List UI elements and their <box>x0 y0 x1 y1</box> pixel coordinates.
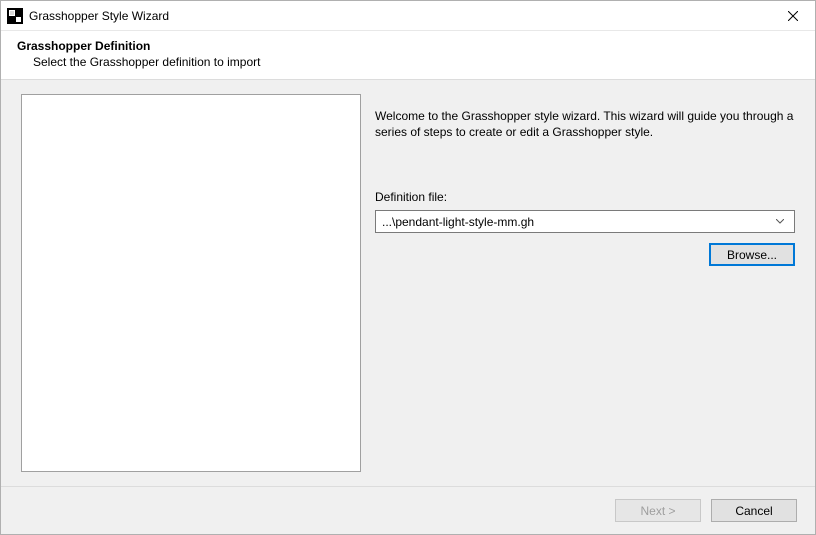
wizard-header: Grasshopper Definition Select the Grassh… <box>1 31 815 79</box>
definition-file-combobox[interactable]: ...\pendant-light-style-mm.gh <box>375 210 795 233</box>
wizard-footer: Next > Cancel <box>1 486 815 534</box>
page-title: Grasshopper Definition <box>17 39 799 53</box>
titlebar: Grasshopper Style Wizard <box>1 1 815 31</box>
close-button[interactable] <box>770 1 815 31</box>
next-button[interactable]: Next > <box>615 499 701 522</box>
page-subtitle: Select the Grasshopper definition to imp… <box>33 55 799 69</box>
chevron-down-icon <box>772 219 788 224</box>
definition-file-label: Definition file: <box>375 190 795 204</box>
browse-button[interactable]: Browse... <box>709 243 795 266</box>
preview-pane <box>21 94 361 472</box>
app-icon <box>7 8 23 24</box>
window-title: Grasshopper Style Wizard <box>29 9 770 23</box>
intro-text: Welcome to the Grasshopper style wizard.… <box>375 108 795 140</box>
content-area: Welcome to the Grasshopper style wizard.… <box>1 80 815 486</box>
cancel-button[interactable]: Cancel <box>711 499 797 522</box>
close-icon <box>788 11 798 21</box>
definition-file-value: ...\pendant-light-style-mm.gh <box>382 215 772 229</box>
form-pane: Welcome to the Grasshopper style wizard.… <box>375 94 795 472</box>
